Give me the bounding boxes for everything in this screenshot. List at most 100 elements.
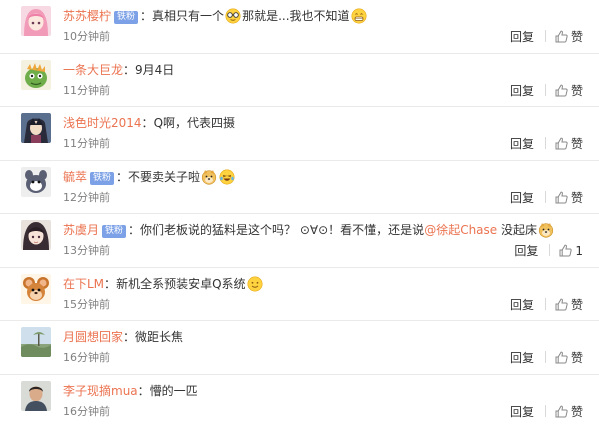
comment-line: 毓萃铁粉：不要卖关子啦 [63,169,589,185]
comment-line: 浅色时光2014：Q啊，代表四摄 [63,115,589,131]
fan-badge: 铁粉 [114,11,138,24]
avatar[interactable] [21,167,51,197]
comment-text: 不要卖关子啦 [128,170,200,184]
thumbs-up-icon [559,244,572,257]
avatar[interactable] [21,381,51,411]
comment-timestamp: 16分钟前 [63,351,110,365]
comment-line: 苏苏樱柠铁粉：真相只有一个那就是...我也不知道 [63,8,589,24]
like-button[interactable]: 赞 [555,405,583,419]
doge-icon [201,169,217,185]
action-divider [545,298,546,310]
comment-text: 你们老板说的猛料是这个吗？ ⊙∀⊙！看不懂，还是说 [140,223,424,237]
comment-actions: 回复 赞 [510,137,583,151]
comment-text-continued: 那就是...我也不知道 [242,9,349,23]
comment-username[interactable]: 苏苏樱柠 [63,9,111,23]
comment-line: 苏虞月铁粉：你们老板说的猛料是这个吗？ ⊙∀⊙！看不懂，还是说@徐起Chase … [63,222,589,238]
colon: ： [104,277,116,291]
comment-actions: 回复 赞 [510,30,583,44]
reply-button[interactable]: 回复 [514,244,538,258]
thumbs-up-icon [555,405,568,418]
like-button[interactable]: 赞 [555,84,583,98]
action-divider [545,191,546,203]
comment-username[interactable]: 毓萃 [63,170,87,184]
colon: ： [138,384,150,398]
comment-username[interactable]: 苏虞月 [63,223,99,237]
colon: ： [123,330,135,344]
action-divider [545,137,546,149]
like-button[interactable]: 赞 [555,351,583,365]
comment-timestamp: 11分钟前 [63,137,110,151]
comment-row: 浅色时光2014：Q啊，代表四摄 11分钟前 回复 赞 [0,107,599,161]
like-count: 赞 [571,351,583,365]
comment-username[interactable]: 月圆想回家 [63,330,123,344]
like-button[interactable]: 赞 [555,298,583,312]
like-button[interactable]: 赞 [555,191,583,205]
like-count: 赞 [571,298,583,312]
comment-row: 在下LM：新机全系预装安卓Q系统 15分钟前 回复 赞 [0,268,599,322]
fan-badge: 铁粉 [102,225,126,238]
reply-button[interactable]: 回复 [510,137,534,151]
like-count: 赞 [571,137,583,151]
comment-text: 真相只有一个 [152,9,224,23]
action-divider [545,351,546,363]
comment-row: 苏虞月铁粉：你们老板说的猛料是这个吗？ ⊙∀⊙！看不懂，还是说@徐起Chase … [0,214,599,268]
comment-actions: 回复 1 [514,244,583,258]
like-button[interactable]: 赞 [555,30,583,44]
comment-row: 李子现摘mua：懵的一匹 16分钟前 回复 赞 [0,375,599,428]
colon: ： [123,63,135,77]
comment-text: 新机全系预装安卓Q系统 [116,277,245,291]
like-count: 赞 [571,405,583,419]
doge-icon [538,222,554,238]
comment-row: 一条大巨龙：9月4日11分钟前回复赞 [0,54,599,108]
thumbs-up-icon [555,30,568,43]
comment-actions: 回复 赞 [510,84,583,98]
thumbs-up-icon [555,191,568,204]
comment-username[interactable]: 李子现摘mua [63,384,138,398]
reply-button[interactable]: 回复 [510,84,534,98]
comment-actions: 回复 赞 [510,191,583,205]
comment-row: 苏苏樱柠铁粉：真相只有一个那就是...我也不知道10分钟前回复赞 [0,0,599,54]
like-count: 赞 [571,30,583,44]
avatar[interactable] [21,220,51,250]
laughing-tears-icon [219,169,235,185]
comment-mention-link[interactable]: @徐起Chase [424,223,497,237]
reply-button[interactable]: 回复 [510,191,534,205]
thumbs-up-icon [555,351,568,364]
like-button[interactable]: 1 [559,244,583,258]
comment-username[interactable]: 在下LM [63,277,104,291]
avatar[interactable] [21,113,51,143]
comment-timestamp: 13分钟前 [63,244,110,258]
comment-timestamp: 16分钟前 [63,405,110,419]
like-button[interactable]: 赞 [555,137,583,151]
colon: ： [116,170,128,184]
comment-username[interactable]: 浅色时光2014 [63,116,142,130]
colon: ： [128,223,140,237]
smiling-face-icon [247,276,263,292]
grinning-teeth-icon [351,8,367,24]
comment-line: 一条大巨龙：9月4日 [63,62,589,78]
action-divider [549,244,550,256]
comment-row: 毓萃铁粉：不要卖关子啦12分钟前回复赞 [0,161,599,215]
comment-username[interactable]: 一条大巨龙 [63,63,123,77]
comment-line: 李子现摘mua：懵的一匹 [63,383,589,399]
comment-text-continued: 没起床 [497,223,537,237]
fan-badge: 铁粉 [90,172,114,185]
comment-text: 9月4日 [135,63,174,77]
comment-actions: 回复 赞 [510,405,583,419]
thumbs-up-icon [555,137,568,150]
comment-actions: 回复 赞 [510,298,583,312]
avatar[interactable] [21,274,51,304]
reply-button[interactable]: 回复 [510,405,534,419]
reply-button[interactable]: 回复 [510,30,534,44]
avatar[interactable] [21,327,51,357]
avatar[interactable] [21,6,51,36]
reply-button[interactable]: 回复 [510,351,534,365]
comment-row: 月圆想回家：微距长焦16分钟前回复赞 [0,321,599,375]
like-count: 赞 [571,191,583,205]
comment-timestamp: 15分钟前 [63,298,110,312]
like-count: 赞 [571,84,583,98]
reply-button[interactable]: 回复 [510,298,534,312]
thumbs-up-icon [555,84,568,97]
comment-list: 苏苏樱柠铁粉：真相只有一个那就是...我也不知道10分钟前回复赞一条大巨龙：9月… [0,0,599,428]
avatar[interactable] [21,60,51,90]
